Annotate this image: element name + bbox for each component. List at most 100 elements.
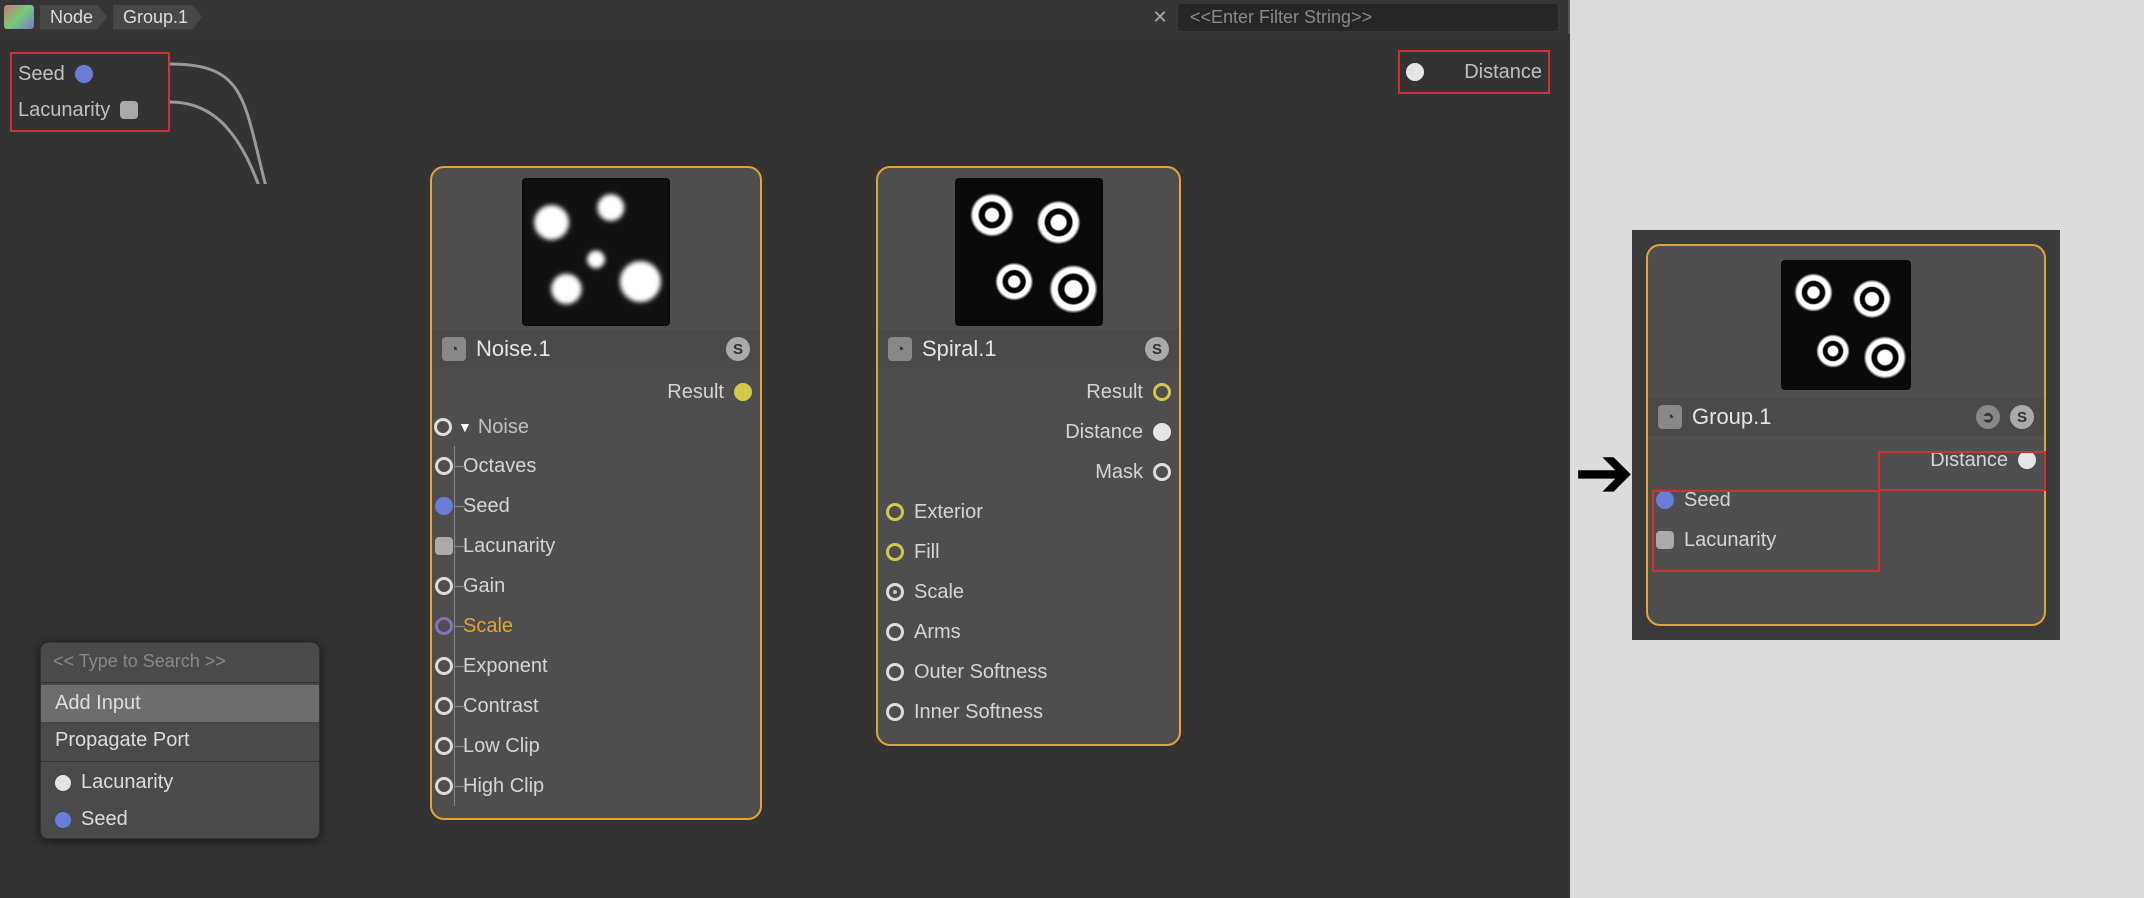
group-output-distance[interactable]: Distance bbox=[1406, 54, 1542, 90]
output-label: Mask bbox=[886, 461, 1143, 484]
port-icon[interactable] bbox=[886, 543, 904, 561]
input-outer-softness[interactable]: Outer Softness bbox=[878, 652, 1179, 692]
arrow-right-icon: ➔ bbox=[1574, 430, 1634, 514]
solo-badge-icon[interactable]: S bbox=[2010, 405, 2034, 429]
param-label: High Clip bbox=[463, 775, 752, 798]
port-icon[interactable] bbox=[120, 101, 138, 119]
param-seed[interactable]: Seed bbox=[455, 486, 760, 526]
node-group-preview bbox=[1781, 260, 1911, 390]
port-icon[interactable] bbox=[435, 777, 453, 795]
app-icon[interactable] bbox=[4, 5, 34, 29]
solo-badge-icon[interactable]: S bbox=[1145, 337, 1169, 361]
param-label: Exponent bbox=[463, 655, 752, 678]
group-input-seed[interactable]: Seed bbox=[18, 56, 162, 92]
output-mask[interactable]: Mask bbox=[878, 452, 1179, 492]
port-icon[interactable] bbox=[435, 537, 453, 555]
param-label: Low Clip bbox=[463, 735, 752, 758]
port-icon[interactable] bbox=[434, 418, 452, 436]
param-label: Gain bbox=[463, 575, 752, 598]
context-menu-search[interactable]: << Type to Search >> bbox=[41, 643, 319, 680]
param-lacunarity[interactable]: Lacunarity bbox=[455, 526, 760, 566]
port-icon[interactable] bbox=[435, 737, 453, 755]
node-type-icon: ◔ bbox=[888, 337, 912, 361]
port-icon[interactable] bbox=[435, 457, 453, 475]
port-icon[interactable] bbox=[886, 663, 904, 681]
param-exponent[interactable]: Exponent bbox=[455, 646, 760, 686]
node-graph-viewport[interactable]: Seed Lacunarity Distance ◔ Noise.1 S bbox=[0, 34, 1570, 898]
node-group-titlebar[interactable]: ◔ Group.1 ➲ S bbox=[1648, 398, 2044, 436]
group-output-distance-label: Distance bbox=[1434, 61, 1542, 84]
output-result-label: Result bbox=[440, 381, 724, 404]
result-panel: ◔ Group.1 ➲ S Distance Seed Lacunarity bbox=[1632, 230, 2060, 640]
input-inner-softness[interactable]: Inner Softness bbox=[878, 692, 1179, 732]
node-spiral-title: Spiral.1 bbox=[922, 336, 1135, 362]
param-lowclip[interactable]: Low Clip bbox=[455, 726, 760, 766]
menu-label: Add Input bbox=[55, 692, 141, 715]
port-icon[interactable] bbox=[1153, 383, 1171, 401]
highlight-inputs bbox=[1652, 490, 1880, 572]
port-icon[interactable] bbox=[886, 703, 904, 721]
editor-toolbar: Node Group.1 ✕ <<Enter Filter String>> bbox=[0, 0, 1568, 34]
filter-input[interactable]: <<Enter Filter String>> bbox=[1178, 4, 1558, 31]
param-label: Scale bbox=[463, 615, 752, 638]
menu-propagate-port[interactable]: Propagate Port bbox=[41, 722, 319, 759]
input-fill[interactable]: Fill bbox=[878, 532, 1179, 572]
output-distance[interactable]: Distance bbox=[878, 412, 1179, 452]
param-gain[interactable]: Gain bbox=[455, 566, 760, 606]
port-icon[interactable] bbox=[1153, 463, 1171, 481]
input-arms[interactable]: Arms bbox=[878, 612, 1179, 652]
group-inputs-box: Seed Lacunarity bbox=[10, 52, 170, 132]
context-menu[interactable]: << Type to Search >> Add Input Propagate… bbox=[40, 642, 320, 839]
port-icon[interactable] bbox=[435, 577, 453, 595]
param-highclip[interactable]: High Clip bbox=[455, 766, 760, 806]
close-icon[interactable]: ✕ bbox=[1148, 7, 1172, 28]
enter-group-icon[interactable]: ➲ bbox=[1976, 405, 2000, 429]
input-exterior[interactable]: Exterior bbox=[878, 492, 1179, 532]
node-type-icon: ◔ bbox=[442, 337, 466, 361]
node-spiral-titlebar[interactable]: ◔ Spiral.1 S bbox=[878, 330, 1179, 368]
param-group-noise-label: Noise bbox=[478, 416, 529, 439]
input-scale[interactable]: Scale bbox=[878, 572, 1179, 612]
port-icon[interactable] bbox=[435, 697, 453, 715]
menu-label: Lacunarity bbox=[81, 771, 173, 794]
output-label: Distance bbox=[886, 421, 1143, 444]
port-icon[interactable] bbox=[1153, 423, 1171, 441]
port-icon[interactable] bbox=[435, 657, 453, 675]
node-noise[interactable]: ◔ Noise.1 S Result ▼ Noise Octaves Seed … bbox=[430, 166, 762, 820]
param-scale[interactable]: Scale bbox=[455, 606, 760, 646]
param-contrast[interactable]: Contrast bbox=[455, 686, 760, 726]
port-icon[interactable] bbox=[886, 623, 904, 641]
port-icon[interactable] bbox=[435, 617, 453, 635]
breadcrumb-node[interactable]: Node bbox=[40, 5, 107, 30]
node-noise-titlebar[interactable]: ◔ Noise.1 S bbox=[432, 330, 760, 368]
port-icon[interactable] bbox=[734, 383, 752, 401]
menu-add-input[interactable]: Add Input bbox=[41, 685, 319, 722]
node-type-icon: ◔ bbox=[1658, 405, 1682, 429]
param-label: Contrast bbox=[463, 695, 752, 718]
node-group-result[interactable]: ◔ Group.1 ➲ S Distance Seed Lacunarity bbox=[1646, 244, 2046, 626]
group-input-lacunarity-label: Lacunarity bbox=[18, 99, 110, 122]
port-icon[interactable] bbox=[1406, 63, 1424, 81]
group-input-lacunarity[interactable]: Lacunarity bbox=[18, 92, 162, 128]
solo-badge-icon[interactable]: S bbox=[726, 337, 750, 361]
breadcrumb-group[interactable]: Group.1 bbox=[113, 5, 202, 30]
output-label: Result bbox=[886, 381, 1143, 404]
input-label: Outer Softness bbox=[914, 661, 1171, 684]
param-label: Octaves bbox=[463, 455, 752, 478]
param-label: Lacunarity bbox=[463, 535, 752, 558]
port-icon[interactable] bbox=[435, 497, 453, 515]
node-spiral[interactable]: ◔ Spiral.1 S Result Distance Mask Exteri… bbox=[876, 166, 1181, 746]
param-group-noise[interactable]: ▼ Noise bbox=[432, 412, 760, 446]
menu-lacunarity[interactable]: Lacunarity bbox=[41, 764, 319, 801]
output-result[interactable]: Result bbox=[878, 372, 1179, 412]
node-noise-title: Noise.1 bbox=[476, 336, 716, 362]
highlight-distance bbox=[1878, 451, 2046, 491]
port-icon[interactable] bbox=[886, 583, 904, 601]
chevron-down-icon[interactable]: ▼ bbox=[458, 419, 472, 435]
output-result[interactable]: Result bbox=[432, 372, 760, 412]
menu-seed[interactable]: Seed bbox=[41, 801, 319, 838]
port-icon[interactable] bbox=[75, 65, 93, 83]
port-icon[interactable] bbox=[886, 503, 904, 521]
param-octaves[interactable]: Octaves bbox=[455, 446, 760, 486]
input-label: Fill bbox=[914, 541, 1171, 564]
